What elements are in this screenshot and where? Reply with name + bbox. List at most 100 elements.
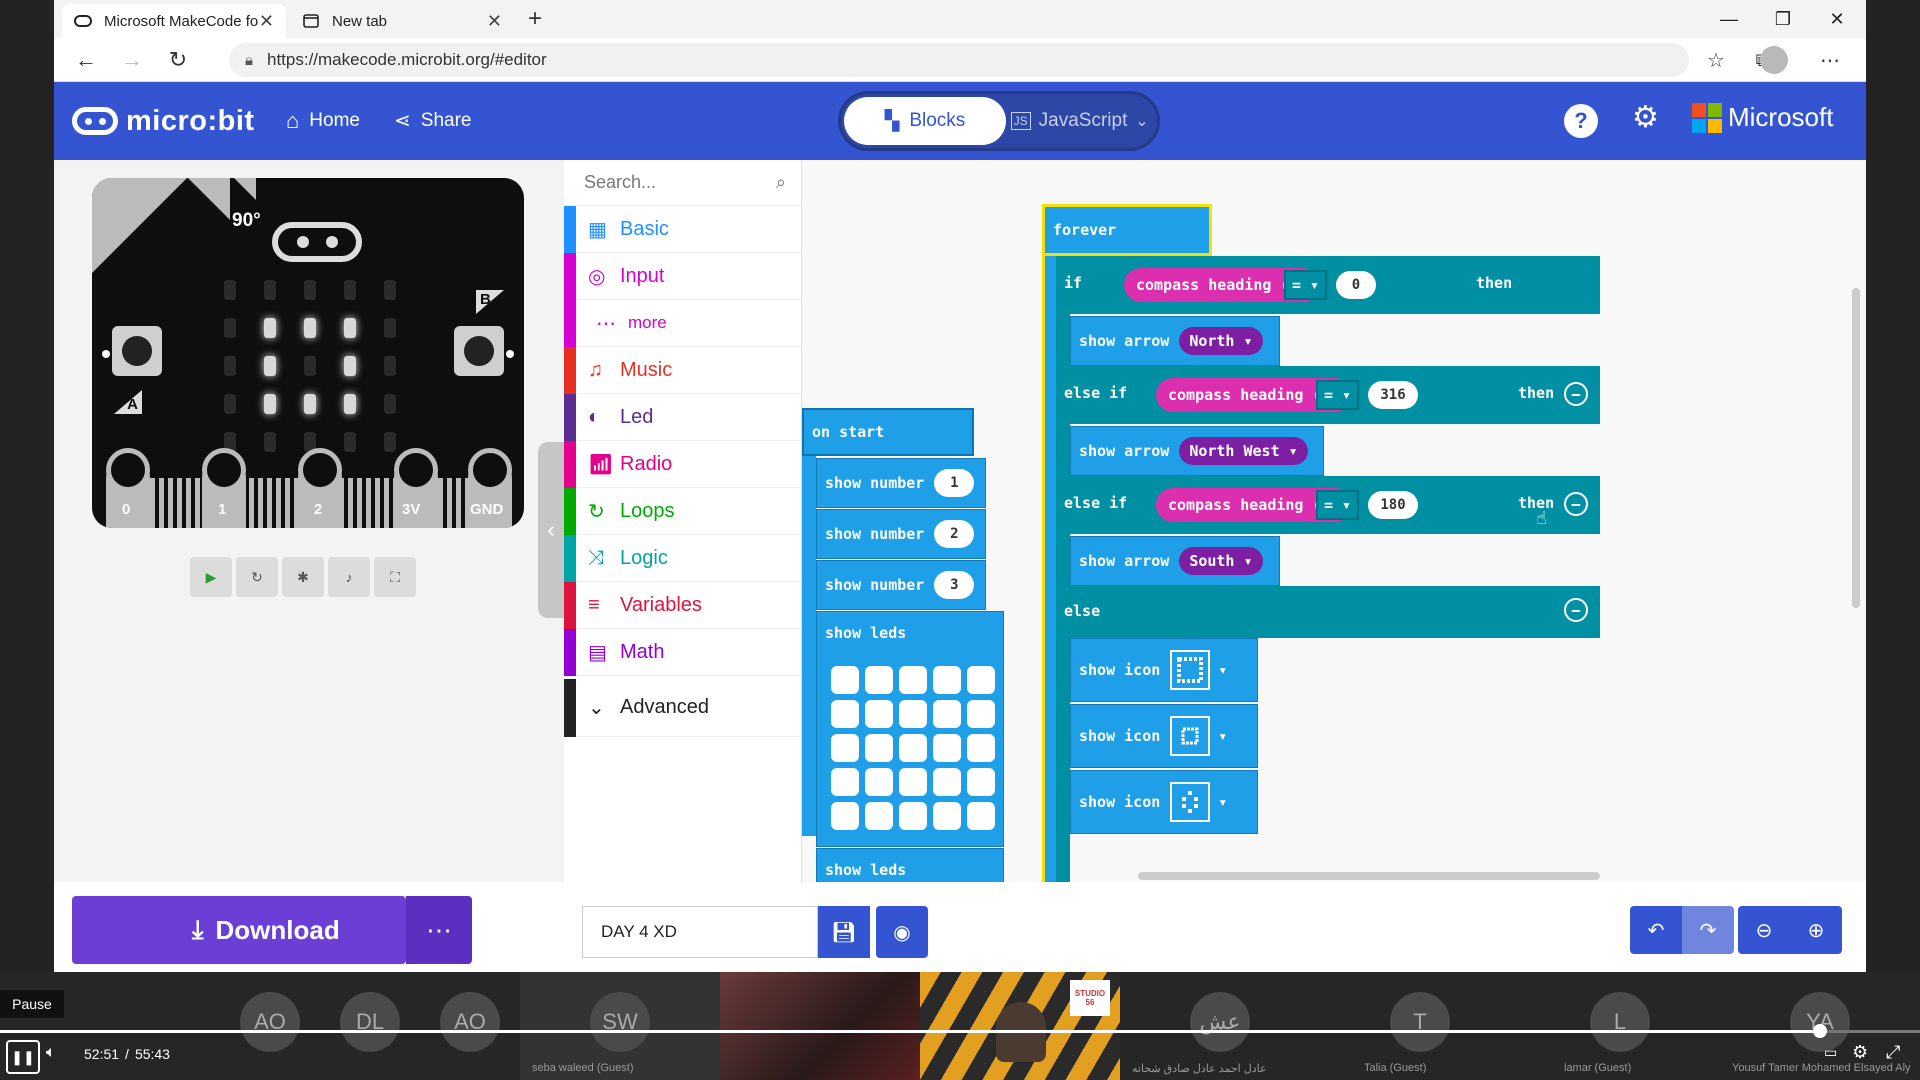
led-toggle-cell[interactable] (899, 666, 927, 694)
led-toggle-cell[interactable] (967, 802, 995, 830)
led-toggle-cell[interactable] (899, 700, 927, 728)
led-toggle-cell[interactable] (899, 768, 927, 796)
fullscreen-icon[interactable]: ⛶ (374, 557, 416, 597)
number-input[interactable]: 2 (934, 520, 975, 548)
debug-icon[interactable]: ✱ (282, 557, 324, 597)
toolbox-category-advanced[interactable]: ⌄ Advanced (564, 678, 802, 737)
forward-icon[interactable]: → (114, 44, 150, 76)
comparison-operator[interactable]: = ▾ (1284, 270, 1328, 300)
show-number-block[interactable]: show number 1 (816, 458, 986, 508)
progress-knob[interactable] (1813, 1024, 1828, 1038)
restart-icon[interactable]: ↻ (236, 557, 278, 597)
maximize-icon[interactable]: ❐ (1760, 4, 1806, 34)
tab-makecode[interactable]: Microsoft MakeCode for micro:bit ✕ (62, 4, 286, 38)
favorites-icon[interactable]: ☆ (1698, 44, 1734, 76)
toolbox-category-math[interactable]: ▤ Math (564, 628, 802, 676)
number-input[interactable]: 0 (1336, 271, 1376, 299)
microbit-logo[interactable]: micro:bit (72, 102, 255, 140)
led-toggle-cell[interactable] (933, 802, 961, 830)
close-tab-icon[interactable]: ✕ (487, 11, 502, 32)
led-toggle-cell[interactable] (865, 666, 893, 694)
close-window-icon[interactable]: ✕ (1814, 4, 1860, 34)
led-editor-grid[interactable] (831, 666, 995, 830)
toolbox-category-music[interactable]: ♫ Music (564, 346, 802, 394)
led-toggle-cell[interactable] (865, 768, 893, 796)
led-toggle-cell[interactable] (933, 666, 961, 694)
show-arrow-block[interactable]: show arrow South ▾ (1070, 536, 1280, 586)
led-toggle-cell[interactable] (967, 666, 995, 694)
remove-branch-icon[interactable]: − (1564, 492, 1588, 516)
volume-icon[interactable]: 🔈︎ (46, 1044, 56, 1062)
microbit-board[interactable]: 90° A B 0 1 2 3V GND (92, 178, 524, 528)
search-input[interactable]: Search... ⌕ (564, 160, 802, 206)
url-field[interactable]: 🔒︎ https://makecode.microbit.org/#editor (229, 43, 1689, 77)
zoom-out-icon[interactable]: ⊖ (1738, 906, 1790, 954)
download-button[interactable]: ⤓ Download (72, 896, 406, 964)
home-button[interactable]: ⌂ Home (286, 108, 360, 134)
led-toggle-cell[interactable] (831, 802, 859, 830)
remove-branch-icon[interactable]: − (1564, 598, 1588, 622)
show-number-block[interactable]: show number 3 (816, 560, 986, 610)
microsoft-logo[interactable]: Microsoft (1692, 102, 1833, 133)
led-toggle-cell[interactable] (899, 802, 927, 830)
undo-icon[interactable]: ↶ (1630, 906, 1682, 954)
icon-picker[interactable] (1170, 782, 1211, 822)
led-toggle-cell[interactable] (899, 734, 927, 762)
refresh-icon[interactable]: ↻ (160, 44, 196, 76)
vertical-scrollbar[interactable] (1852, 288, 1860, 608)
number-input[interactable]: 3 (934, 571, 975, 599)
share-button[interactable]: ⋖ Share (394, 108, 471, 133)
led-toggle-cell[interactable] (831, 734, 859, 762)
number-input[interactable]: 1 (934, 469, 975, 497)
pause-icon[interactable]: ❚❚ (6, 1040, 40, 1074)
led-toggle-cell[interactable] (967, 768, 995, 796)
arrow-dropdown[interactable]: South ▾ (1179, 547, 1263, 575)
led-toggle-cell[interactable] (831, 768, 859, 796)
toolbox-category-radio[interactable]: 📶︎ Radio (564, 440, 802, 488)
led-toggle-cell[interactable] (865, 700, 893, 728)
toolbox-category-basic[interactable]: ▦ Basic (564, 205, 802, 253)
led-toggle-cell[interactable] (865, 734, 893, 762)
icon-picker[interactable] (1170, 650, 1211, 690)
zoom-in-icon[interactable]: ⊕ (1790, 906, 1842, 954)
button-b[interactable] (454, 326, 504, 376)
horizontal-scrollbar[interactable] (1138, 872, 1600, 880)
toolbox-category-led[interactable]: ◐ Led (564, 393, 802, 441)
button-a[interactable] (112, 326, 162, 376)
show-number-block[interactable]: show number 2 (816, 509, 986, 559)
project-name-input[interactable]: DAY 4 XD (582, 906, 818, 958)
show-leds-block[interactable]: show leds (816, 611, 1004, 847)
icon-picker[interactable] (1170, 716, 1211, 756)
show-arrow-block[interactable]: show arrow North ▾ (1070, 316, 1280, 366)
javascript-tab[interactable]: JS JavaScript (1010, 97, 1127, 145)
settings-icon[interactable]: ⚙ (1852, 1042, 1868, 1063)
expand-icon[interactable]: ⤢ (1886, 1042, 1900, 1063)
toolbox-category-loops[interactable]: ↻ Loops (564, 487, 802, 535)
mute-icon[interactable]: ♪ (328, 557, 370, 597)
number-input[interactable]: 180 (1368, 491, 1418, 519)
comparison-operator[interactable]: = ▾ (1316, 380, 1360, 410)
blocks-workspace[interactable]: on start show number 1 show number 2 sho… (802, 160, 1866, 882)
new-tab-icon[interactable]: + (520, 4, 550, 34)
minimize-icon[interactable]: — (1706, 4, 1752, 34)
captions-icon[interactable]: ▭ (1824, 1044, 1837, 1061)
more-menu-icon[interactable]: ⋯ (1812, 44, 1848, 76)
github-icon[interactable]: ◉ (876, 906, 928, 958)
help-icon[interactable]: ? (1564, 104, 1598, 138)
collapse-simulator-icon[interactable]: ‹ (538, 442, 564, 618)
back-icon[interactable]: ← (68, 44, 104, 76)
show-arrow-block[interactable]: show arrow North West ▾ (1070, 426, 1324, 476)
show-icon-block[interactable]: show icon ▾ (1070, 704, 1258, 768)
arrow-dropdown[interactable]: North ▾ (1179, 327, 1263, 355)
led-toggle-cell[interactable] (967, 734, 995, 762)
number-input[interactable]: 316 (1368, 381, 1418, 409)
show-leds-block[interactable]: show leds (816, 848, 1004, 882)
led-toggle-cell[interactable] (933, 768, 961, 796)
led-toggle-cell[interactable] (933, 734, 961, 762)
close-tab-icon[interactable]: ✕ (259, 11, 274, 32)
redo-icon[interactable]: ↷ (1682, 906, 1734, 954)
chevron-down-icon[interactable]: ⌄ (1125, 97, 1159, 145)
toolbox-category-more[interactable]: ⋯ more (564, 299, 802, 347)
led-toggle-cell[interactable] (865, 802, 893, 830)
led-toggle-cell[interactable] (933, 700, 961, 728)
